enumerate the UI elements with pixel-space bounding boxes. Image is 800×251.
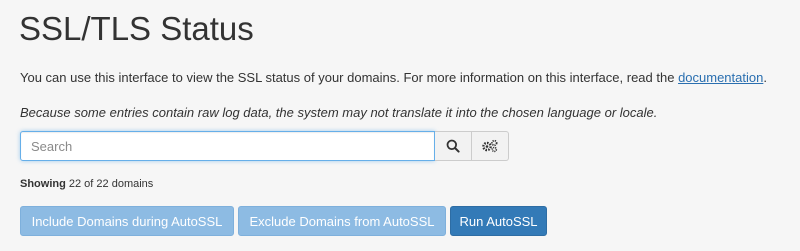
showing-count: 22 of 22 domains bbox=[68, 178, 154, 190]
include-domains-button[interactable]: Include Domains during AutoSSL bbox=[20, 206, 234, 236]
settings-button[interactable] bbox=[472, 131, 509, 161]
intro-text: You can use this interface to view the S… bbox=[20, 70, 679, 85]
translation-note: Because some entries contain raw log dat… bbox=[20, 105, 658, 120]
page-title: SSL/TLS Status bbox=[19, 10, 254, 47]
search-input[interactable] bbox=[20, 131, 435, 161]
showing-label: Showing bbox=[20, 178, 66, 190]
search-icon bbox=[446, 139, 460, 153]
gears-icon bbox=[482, 139, 498, 153]
run-autossl-button[interactable]: Run AutoSSL bbox=[450, 206, 547, 236]
intro-period: . bbox=[763, 70, 767, 85]
search-button[interactable] bbox=[435, 131, 472, 161]
exclude-domains-button[interactable]: Exclude Domains from AutoSSL bbox=[238, 206, 446, 236]
documentation-link[interactable]: documentation bbox=[678, 70, 763, 85]
search-group bbox=[20, 131, 509, 161]
intro-paragraph: You can use this interface to view the S… bbox=[20, 69, 767, 87]
results-count: Showing 22 of 22 domains bbox=[20, 176, 153, 192]
